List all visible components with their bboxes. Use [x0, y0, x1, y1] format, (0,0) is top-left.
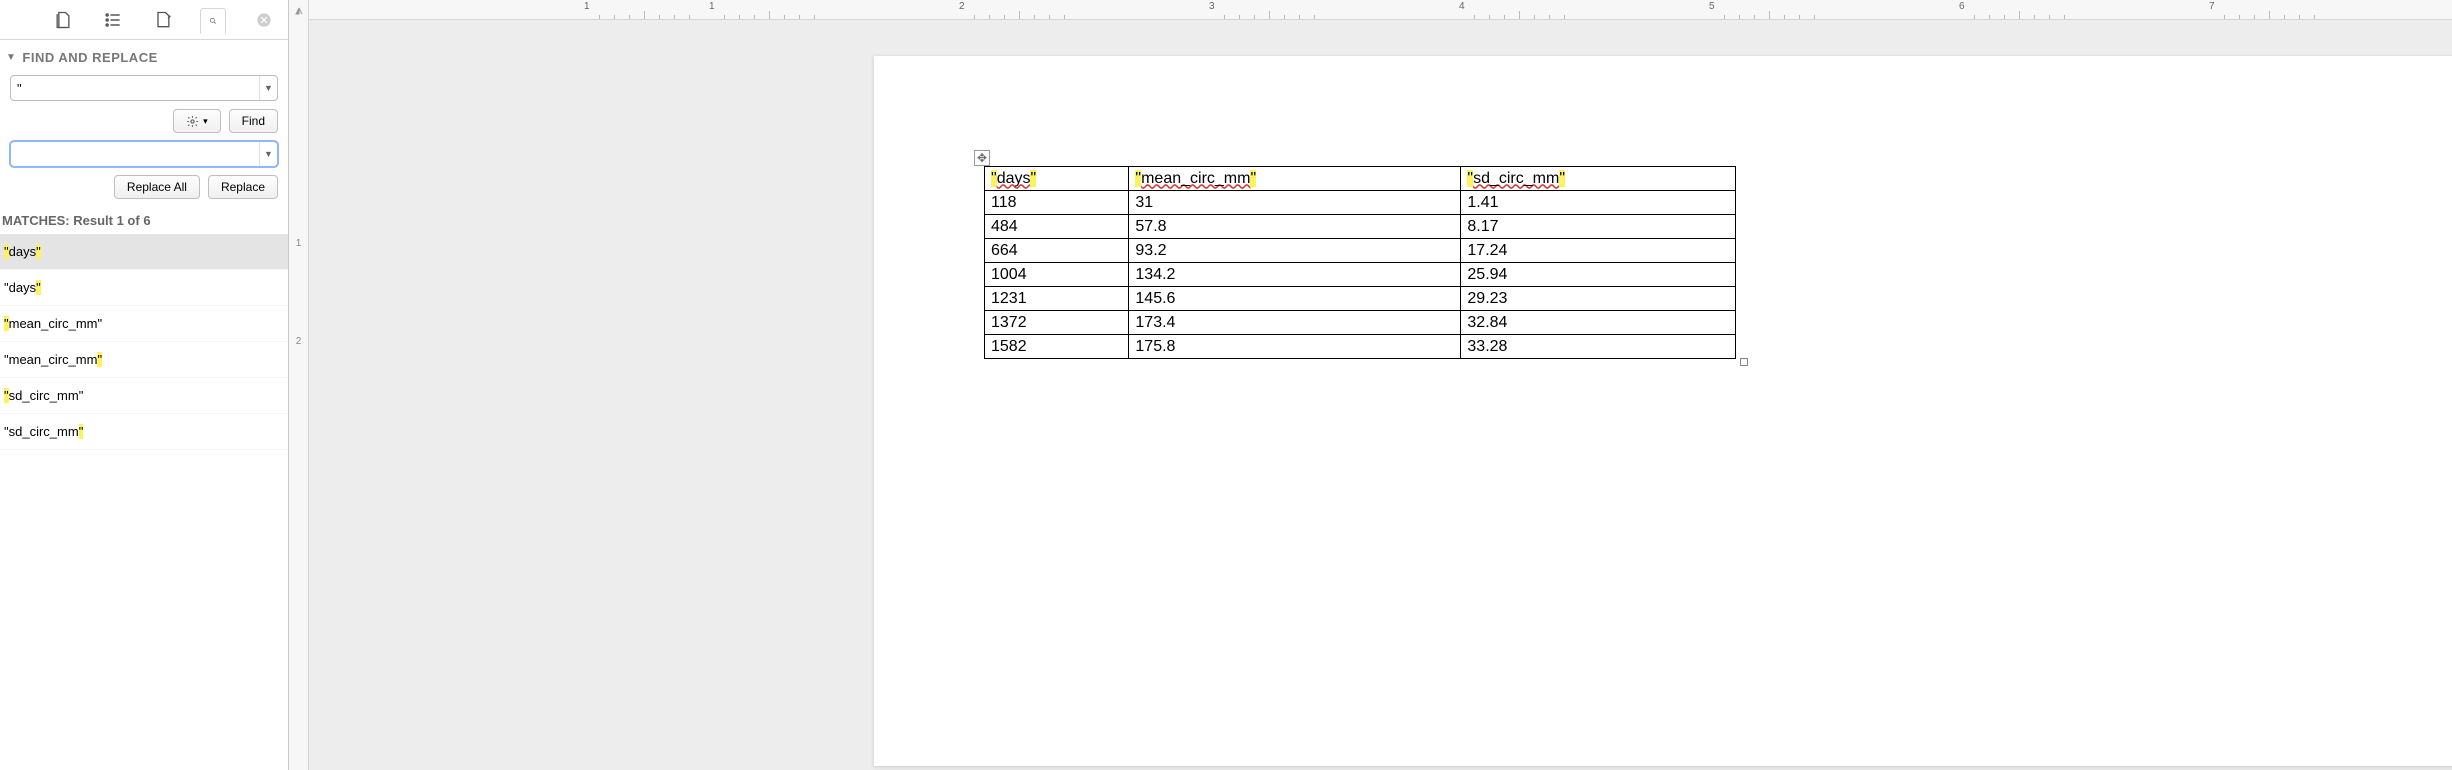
sidebar-tabs [0, 0, 288, 40]
table-row[interactable]: 118311.41 [985, 191, 1736, 215]
pages-tab-icon[interactable] [50, 7, 76, 33]
ruler-number: 3 [1209, 1, 1215, 12]
replace-button[interactable]: Replace [208, 175, 278, 199]
match-item[interactable]: "sd_circ_mm" [0, 414, 288, 450]
table-cell[interactable]: 484 [985, 215, 1129, 239]
ruler-number: 5 [1709, 1, 1715, 12]
match-item[interactable]: "mean_circ_mm" [0, 342, 288, 378]
match-item[interactable]: "mean_circ_mm" [0, 306, 288, 342]
find-button[interactable]: Find [229, 109, 278, 133]
panel-title: FIND AND REPLACE [22, 50, 157, 65]
nav-page-1-label: 1 [296, 238, 302, 249]
table-cell[interactable]: 1004 [985, 263, 1129, 287]
table-cell[interactable]: 1231 [985, 287, 1129, 311]
find-options-button[interactable]: ▾ [173, 109, 221, 133]
match-item[interactable]: "days" [0, 270, 288, 306]
table-cell[interactable]: 1.41 [1461, 191, 1736, 215]
table-row[interactable]: 1372173.432.84 [985, 311, 1736, 335]
table-row[interactable]: 1231145.629.23 [985, 287, 1736, 311]
table-cell[interactable]: 1582 [985, 335, 1129, 359]
table-cell[interactable]: 118 [985, 191, 1129, 215]
table-cell[interactable]: 664 [985, 239, 1129, 263]
document-area: 1 2 1 1 2 3 4 5 6 7 "days""mean_circ_mm""sd_cir… [289, 0, 2452, 770]
table-cell[interactable]: 25.94 [1461, 263, 1736, 287]
gear-caret: ▾ [203, 116, 208, 127]
match-item[interactable]: "days" [0, 234, 288, 270]
disclose-triangle-icon[interactable]: ▼ [6, 52, 16, 63]
table-header-cell[interactable]: "days" [985, 167, 1129, 191]
replace-input-combo[interactable]: ▼ [10, 141, 278, 167]
replace-all-button[interactable]: Replace All [114, 175, 200, 199]
ruler-number: 6 [1959, 1, 1965, 12]
horizontal-ruler[interactable]: 1 1 2 3 4 5 6 7 [309, 0, 2452, 20]
table-row[interactable]: 66493.217.24 [985, 239, 1736, 263]
page-navigator-strip[interactable]: 1 2 [289, 0, 309, 770]
find-replace-header[interactable]: ▼ FIND AND REPLACE [0, 40, 288, 71]
data-table[interactable]: "days""mean_circ_mm""sd_circ_mm" 118311.… [984, 166, 1736, 359]
table-cell[interactable]: 173.4 [1129, 311, 1461, 335]
replace-input[interactable] [11, 147, 259, 162]
table-cell[interactable]: 145.6 [1129, 287, 1461, 311]
document-page[interactable]: "days""mean_circ_mm""sd_circ_mm" 118311.… [874, 56, 2452, 766]
table-cell[interactable]: 8.17 [1461, 215, 1736, 239]
search-tab-icon[interactable] [200, 8, 226, 34]
close-panel-icon[interactable] [254, 10, 274, 30]
ruler-number: 2 [959, 1, 965, 12]
find-input-combo[interactable]: ▼ [10, 75, 278, 101]
table-cell[interactable]: 29.23 [1461, 287, 1736, 311]
match-item[interactable]: "sd_circ_mm" [0, 378, 288, 414]
comments-tab-icon[interactable] [150, 7, 176, 33]
table-cell[interactable]: 93.2 [1129, 239, 1461, 263]
table-cell[interactable]: 33.28 [1461, 335, 1736, 359]
table-cell[interactable]: 175.8 [1129, 335, 1461, 359]
table-cell[interactable]: 57.8 [1129, 215, 1461, 239]
find-replace-panel: ▼ FIND AND REPLACE ▼ ▾ Find ▼ Replace Al… [0, 0, 289, 770]
table-row[interactable]: 1582175.833.28 [985, 335, 1736, 359]
nav-arrow-icon [294, 6, 304, 16]
table-cell[interactable]: 31 [1129, 191, 1461, 215]
ruler-number: 4 [1459, 1, 1465, 12]
table-header-cell[interactable]: "sd_circ_mm" [1461, 167, 1736, 191]
table-header-cell[interactable]: "mean_circ_mm" [1129, 167, 1461, 191]
find-history-dropdown[interactable]: ▼ [259, 76, 277, 100]
table-cell[interactable]: 1372 [985, 311, 1129, 335]
ruler-number: 7 [2209, 1, 2215, 12]
table-row[interactable]: 1004134.225.94 [985, 263, 1736, 287]
nav-page-2-label: 2 [296, 336, 302, 347]
table-resize-handle[interactable] [1740, 358, 1748, 366]
ruler-number: 1 [584, 1, 590, 12]
find-input[interactable] [11, 81, 259, 96]
matches-list: "days""days""mean_circ_mm""mean_circ_mm"… [0, 234, 288, 770]
table-move-handle-icon[interactable]: ✥ [974, 150, 990, 166]
table-cell[interactable]: 17.24 [1461, 239, 1736, 263]
table-cell[interactable]: 134.2 [1129, 263, 1461, 287]
table-cell[interactable]: 32.84 [1461, 311, 1736, 335]
matches-header: MATCHES: Result 1 of 6 [0, 203, 288, 234]
table-row[interactable]: 48457.88.17 [985, 215, 1736, 239]
outline-tab-icon[interactable] [100, 7, 126, 33]
replace-history-dropdown[interactable]: ▼ [259, 142, 277, 166]
ruler-number: 1 [709, 1, 715, 12]
